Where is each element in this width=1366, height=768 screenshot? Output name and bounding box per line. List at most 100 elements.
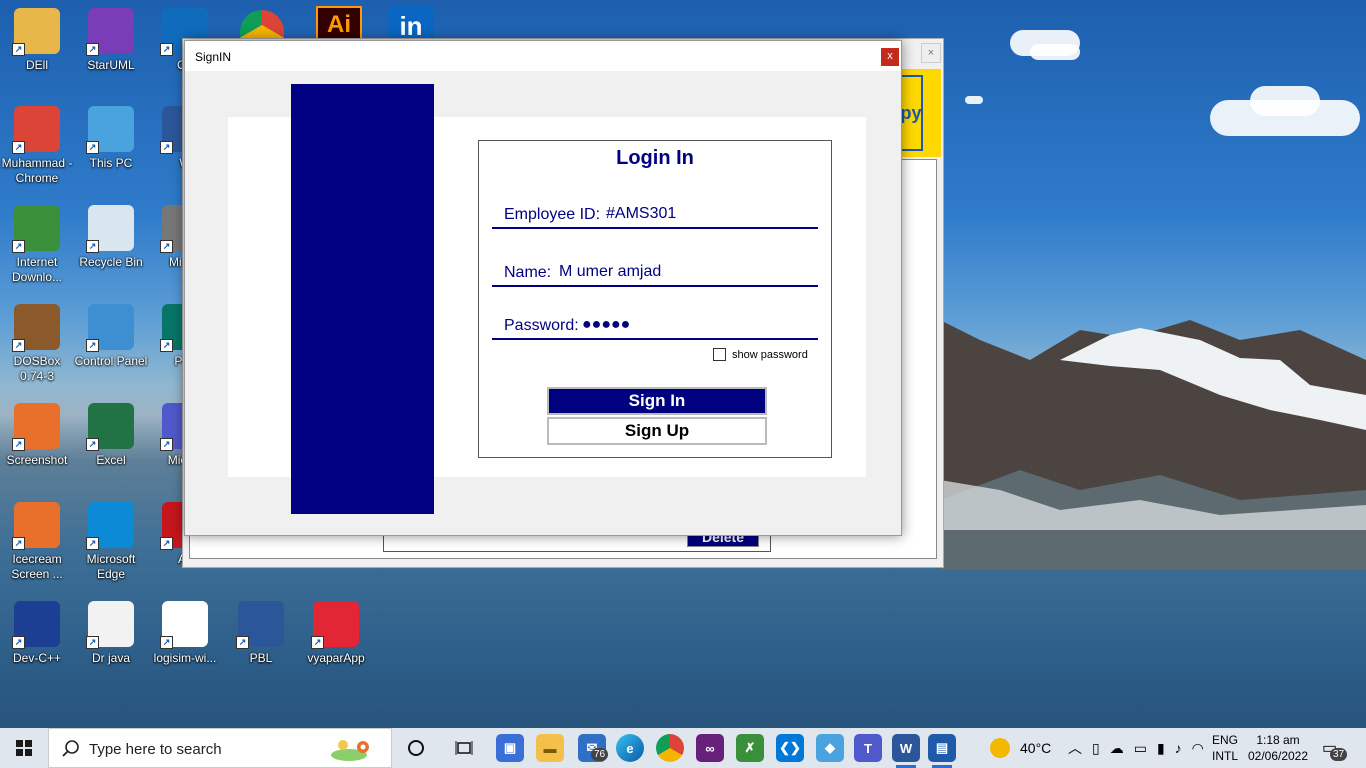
cortana-icon[interactable]: [402, 734, 430, 762]
tool-icon[interactable]: ✗: [736, 734, 764, 762]
desktop-icon-label: Internet Downlo...: [11, 255, 63, 284]
employee-id-field[interactable]: Employee ID: #AMS301: [492, 205, 818, 229]
shortcut-arrow-icon: ↗: [86, 438, 99, 451]
shortcut-arrow-icon: ↗: [311, 636, 324, 649]
shortcut-arrow-icon: ↗: [160, 636, 173, 649]
linkedin-icon[interactable]: in: [388, 6, 434, 41]
desktop-icon[interactable]: ↗ Dev-C++: [0, 601, 74, 666]
chevron-up-icon[interactable]: ︿: [1068, 738, 1082, 758]
task-view-icon[interactable]: [450, 734, 478, 762]
search-icon: [62, 740, 79, 757]
visual-studio-icon[interactable]: ∞: [696, 734, 724, 762]
notification-badge: 37: [1330, 748, 1348, 761]
desktop-icon[interactable]: ↗ Internet Downlo...: [0, 205, 74, 285]
start-button[interactable]: [0, 728, 48, 768]
desktop-icon[interactable]: ↗ Control Panel: [74, 304, 148, 369]
shortcut-arrow-icon: ↗: [12, 141, 25, 154]
cloud: [965, 96, 983, 104]
keyboard-layout: INTL: [1212, 749, 1239, 763]
wifi-icon[interactable]: ◠: [1192, 740, 1204, 757]
name-field[interactable]: Name: M umer amjad: [492, 263, 818, 287]
shortcut-arrow-icon: ↗: [12, 339, 25, 352]
employee-id-input[interactable]: #AMS301: [606, 205, 676, 223]
shortcut-arrow-icon: ↗: [160, 240, 173, 253]
shortcut-arrow-icon: ↗: [12, 537, 25, 550]
password-label: Password:: [504, 317, 579, 334]
name-input[interactable]: M umer amjad: [559, 263, 661, 281]
password-field[interactable]: Password: ●●●●●: [492, 316, 818, 340]
cloud-icon[interactable]: ☁: [1110, 740, 1124, 757]
shortcut-arrow-icon: ↗: [86, 339, 99, 352]
file-explorer-icon[interactable]: ▬: [536, 734, 564, 762]
desktop-icon-label: DEll: [25, 58, 48, 72]
language-code: ENG: [1212, 733, 1239, 747]
banner-text: py: [899, 75, 923, 151]
desktop-icon-label: Dev-C++: [12, 651, 62, 665]
shortcut-arrow-icon: ↗: [86, 43, 99, 56]
logisim-icon: ↗: [160, 601, 208, 649]
devcpp-icon: ↗: [12, 601, 60, 649]
chrome-top-icon[interactable]: [240, 10, 284, 40]
excel-icon: ↗: [86, 403, 134, 451]
shortcut-arrow-icon: ↗: [86, 240, 99, 253]
vscode-icon[interactable]: ❮❯: [776, 734, 804, 762]
edge-icon[interactable]: e: [616, 734, 644, 762]
close-icon[interactable]: ×: [921, 43, 941, 63]
desktop-icon[interactable]: ↗ DOSBox 0.74-3: [0, 304, 74, 384]
name-label: Name:: [504, 264, 552, 281]
box-app-icon[interactable]: ◆: [816, 734, 844, 762]
desktop-icon-label: Excel: [96, 453, 126, 467]
password-input[interactable]: ●●●●●: [582, 316, 630, 334]
teams-icon[interactable]: T: [854, 734, 882, 762]
desktop-icon[interactable]: ↗ DEll: [0, 8, 74, 73]
windows-logo-icon: [16, 740, 32, 756]
desktop-icon[interactable]: ↗ Muhammad - Chrome: [0, 106, 74, 186]
shortcut-arrow-icon: ↗: [86, 636, 99, 649]
device-icon[interactable]: ▯: [1092, 740, 1100, 757]
desktop-icon[interactable]: ↗ logisim-wi...: [148, 601, 222, 666]
sign-up-button[interactable]: Sign Up: [547, 417, 767, 445]
tray-icons: ︿ ▯ ☁ ▭ ▮ ♪ ◠: [1068, 728, 1204, 768]
word-doc-icon: ↗: [236, 601, 284, 649]
store-icon[interactable]: ▣: [496, 734, 524, 762]
employee-id-label: Employee ID:: [504, 206, 601, 223]
desktop-icon[interactable]: ↗ Screenshot: [0, 403, 74, 468]
desktop-icon[interactable]: ↗ StarUML: [74, 8, 148, 73]
java-icon: ↗: [86, 601, 134, 649]
desktop-icon[interactable]: ↗ Excel: [74, 403, 148, 468]
shortcut-arrow-icon: ↗: [12, 438, 25, 451]
login-heading: Login In: [616, 147, 694, 169]
volume-icon[interactable]: ♪: [1175, 740, 1182, 756]
language[interactable]: ENG INTL: [1212, 728, 1238, 768]
desktop-icon[interactable]: ↗ Icecream Screen ...: [0, 502, 74, 582]
search-placeholder: Type here to search: [89, 741, 222, 758]
search-box[interactable]: Type here to search: [48, 728, 392, 768]
desktop-icon[interactable]: ↗ Dr java: [74, 601, 148, 666]
clock[interactable]: 1:18 am 02/06/2022: [1248, 728, 1308, 768]
desktop-icon-label: PBL: [249, 651, 273, 665]
chrome-profile-icon: ↗: [12, 106, 60, 154]
sign-in-button[interactable]: Sign In: [547, 387, 767, 415]
vyapar-icon: ↗: [311, 601, 359, 649]
desktop-icon[interactable]: ↗ Microsoft Edge: [74, 502, 148, 582]
desktop-icon[interactable]: ↗ This PC: [74, 106, 148, 171]
close-button[interactable]: x: [881, 48, 899, 66]
desktop-icon-label: DOSBox 0.74-3: [13, 354, 61, 383]
chrome-icon[interactable]: [656, 734, 684, 762]
battery-icon[interactable]: ▮: [1157, 740, 1165, 757]
titlebar[interactable]: SignIN x: [185, 41, 901, 71]
app-window-icon[interactable]: ▤: [928, 734, 956, 768]
checkbox-box[interactable]: [713, 348, 726, 361]
shortcut-arrow-icon: ↗: [160, 141, 173, 154]
desktop-icon[interactable]: ↗ PBL: [224, 601, 298, 666]
desktop-icon[interactable]: ↗ vyaparApp: [299, 601, 373, 666]
desktop-icon-label: logisim-wi...: [153, 651, 217, 665]
shortcut-arrow-icon: ↗: [160, 438, 173, 451]
desktop-icon[interactable]: ↗ Recycle Bin: [74, 205, 148, 270]
word-icon[interactable]: W: [892, 734, 920, 768]
weather[interactable]: 40°C: [990, 728, 1051, 768]
idm-icon: ↗: [12, 205, 60, 253]
icecream-icon: ↗: [12, 502, 60, 550]
network-icon[interactable]: ▭: [1134, 740, 1147, 757]
show-password-checkbox[interactable]: show password: [713, 348, 808, 361]
